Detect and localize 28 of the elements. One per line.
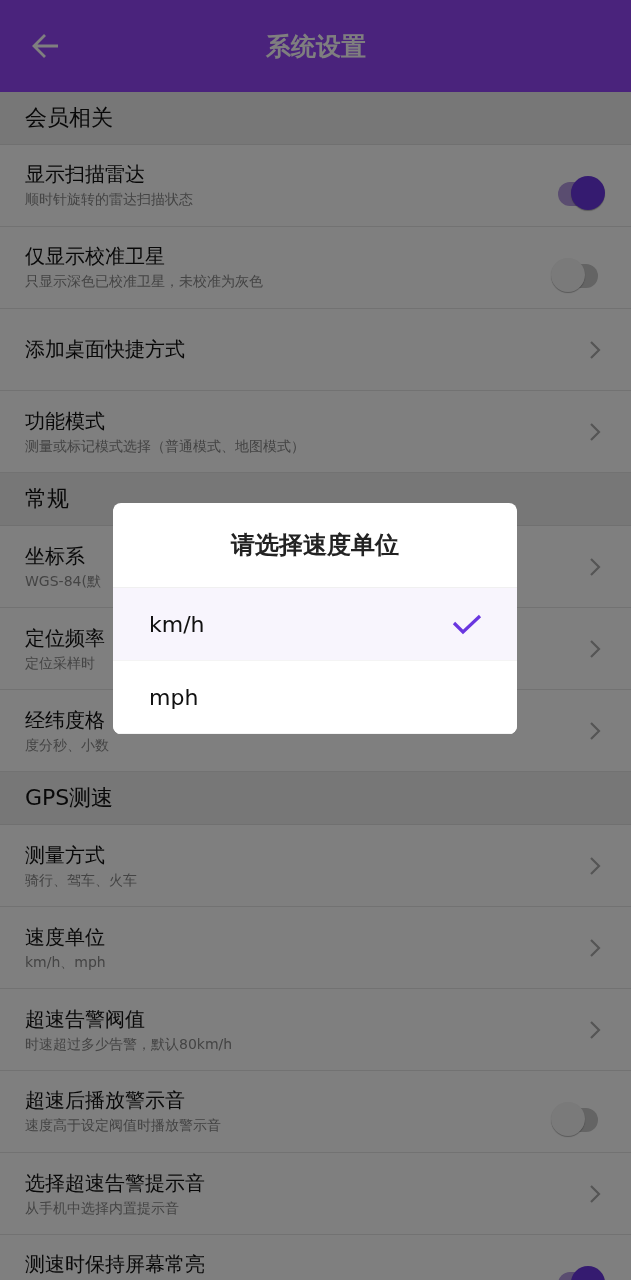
- row-title: 速度单位: [25, 923, 105, 951]
- row-title: 超速后播放警示音: [25, 1087, 185, 1114]
- row-subtitle: 从手机中选择内置提示音: [25, 1199, 179, 1218]
- row-subtitle: 测量或标记模式选择（普通模式、地图模式）: [25, 437, 305, 456]
- row-subtitle: 度分秒、小数: [25, 736, 109, 755]
- row-title: 选择超速告警提示音: [25, 1169, 205, 1197]
- row-subtitle: 时速超过多少告警，默认80km/h: [25, 1035, 233, 1054]
- row-title: 测速时保持屏幕常亮: [25, 1251, 205, 1278]
- row-title: 测量方式: [25, 841, 105, 869]
- row-title: 经纬度格: [25, 706, 105, 734]
- row-title: 功能模式: [25, 407, 105, 435]
- row-title: 显示扫描雷达: [25, 161, 145, 188]
- row-subtitle: 骑行、驾车、火车: [25, 871, 137, 890]
- row-title: 坐标系: [25, 542, 85, 570]
- row-title: 超速告警阀值: [25, 1005, 145, 1033]
- row-subtitle: km/h、mph: [25, 953, 106, 972]
- option-label: km/h: [149, 611, 205, 637]
- option-label: mph: [149, 684, 199, 710]
- row-title: 添加桌面快捷方式: [25, 336, 185, 363]
- section-title: 常规: [25, 485, 69, 513]
- row-title: 仅显示校准卫星: [25, 243, 165, 270]
- dialog-title: 请选择速度单位: [231, 530, 399, 561]
- row-subtitle: 定位采样时: [25, 654, 95, 673]
- section-title: 会员相关: [25, 104, 113, 132]
- page-title: 系统设置: [265, 30, 366, 63]
- row-title: 定位频率: [25, 624, 105, 652]
- section-title: GPS测速: [25, 784, 114, 812]
- row-subtitle: WGS-84(默: [25, 572, 101, 591]
